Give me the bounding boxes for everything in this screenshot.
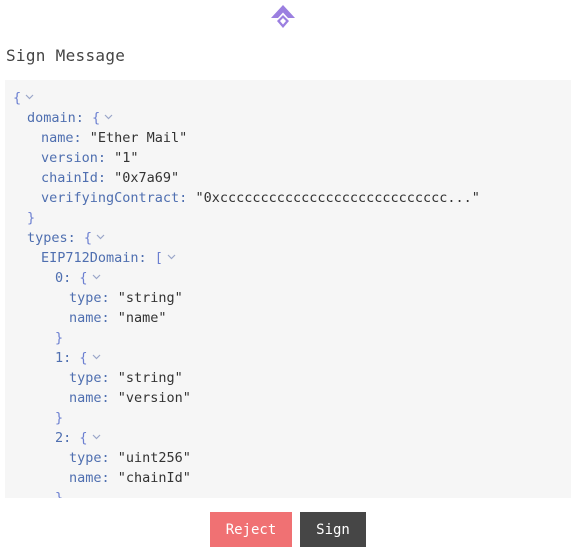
json-key: name: xyxy=(69,390,118,406)
json-key: type: xyxy=(69,450,118,466)
json-tree-node[interactable]: domain: { xyxy=(5,108,571,128)
json-tree-node[interactable]: 0: { xyxy=(5,268,571,288)
json-key: 1: xyxy=(55,350,80,366)
json-tree-node[interactable]: types: { xyxy=(5,228,571,248)
json-bracket: } xyxy=(27,210,36,226)
json-tree-line: chainId: "0x7a69" xyxy=(5,168,571,188)
json-tree-line: verifyingContract: "0xcccccccccccccccccc… xyxy=(5,188,571,208)
json-key: domain: xyxy=(27,110,93,126)
json-bracket: [ xyxy=(154,250,163,266)
json-tree-line: type: "string" xyxy=(5,368,571,388)
logo-icon xyxy=(269,4,297,30)
json-tree-line: } xyxy=(5,488,571,498)
json-value: "name" xyxy=(117,310,167,326)
json-value: "Ether Mail" xyxy=(89,130,188,146)
json-key: EIP712Domain: xyxy=(41,250,155,266)
json-bracket: } xyxy=(55,410,64,426)
json-value: "version" xyxy=(117,390,191,406)
json-tree-line: type: "uint256" xyxy=(5,448,571,468)
json-tree-line: } xyxy=(5,328,571,348)
json-value: "string" xyxy=(117,290,183,306)
json-value: "string" xyxy=(117,370,183,386)
json-bracket: { xyxy=(83,230,93,246)
json-tree-line: } xyxy=(5,408,571,428)
json-bracket: } xyxy=(55,330,64,346)
json-key: name: xyxy=(69,310,118,326)
json-key: version: xyxy=(41,150,115,166)
chevron-down-icon[interactable] xyxy=(167,252,176,261)
json-key: type: xyxy=(69,370,118,386)
json-bracket: { xyxy=(79,430,88,446)
json-bracket: { xyxy=(79,350,88,366)
json-key: name: xyxy=(41,130,90,146)
json-key: types: xyxy=(27,230,84,246)
reject-button[interactable]: Reject xyxy=(210,512,292,547)
json-key: type: xyxy=(69,290,118,306)
chevron-down-icon[interactable] xyxy=(104,112,113,121)
json-tree-node[interactable]: 2: { xyxy=(5,428,571,448)
json-bracket: { xyxy=(92,110,101,126)
message-json-viewer[interactable]: {domain: {name: "Ether Mail" version: "1"… xyxy=(5,80,571,498)
json-value: "0x7a69" xyxy=(114,170,180,186)
json-tree-node[interactable]: 1: { xyxy=(5,348,571,368)
json-tree-line: type: "string" xyxy=(5,288,571,308)
json-tree-line: name: "name" xyxy=(5,308,571,328)
chevron-down-icon[interactable] xyxy=(96,232,105,241)
page-title: Sign Message xyxy=(6,46,126,65)
json-value: "1" xyxy=(114,150,139,166)
json-bracket: { xyxy=(79,270,88,286)
json-value: "0xcccccccccccccccccccccccccccc..." xyxy=(195,190,480,206)
json-tree-line: name: "version" xyxy=(5,388,571,408)
json-key: 2: xyxy=(55,430,80,446)
json-bracket: { xyxy=(13,90,22,106)
json-key: chainId: xyxy=(41,170,115,186)
sign-button[interactable]: Sign xyxy=(300,512,366,547)
json-key: verifyingContract: xyxy=(41,190,196,206)
chevron-down-icon[interactable] xyxy=(25,92,34,101)
json-tree-line: name: "chainId" xyxy=(5,468,571,488)
chevron-down-icon[interactable] xyxy=(92,272,101,281)
json-value: "uint256" xyxy=(117,450,191,466)
json-tree-line: } xyxy=(5,208,571,228)
chevron-down-icon[interactable] xyxy=(92,352,101,361)
json-value: "chainId" xyxy=(117,470,191,486)
json-tree-node[interactable]: EIP712Domain: [ xyxy=(5,248,571,268)
json-tree-line: version: "1" xyxy=(5,148,571,168)
json-tree-node[interactable]: { xyxy=(5,88,571,108)
json-bracket: } xyxy=(55,490,64,498)
chevron-down-icon[interactable] xyxy=(92,432,101,441)
json-key: 0: xyxy=(55,270,80,286)
json-tree-line: name: "Ether Mail" xyxy=(5,128,571,148)
sign-message-page: Sign Message {domain: {name: "Ether Mail… xyxy=(0,0,579,556)
json-key: name: xyxy=(69,470,118,486)
